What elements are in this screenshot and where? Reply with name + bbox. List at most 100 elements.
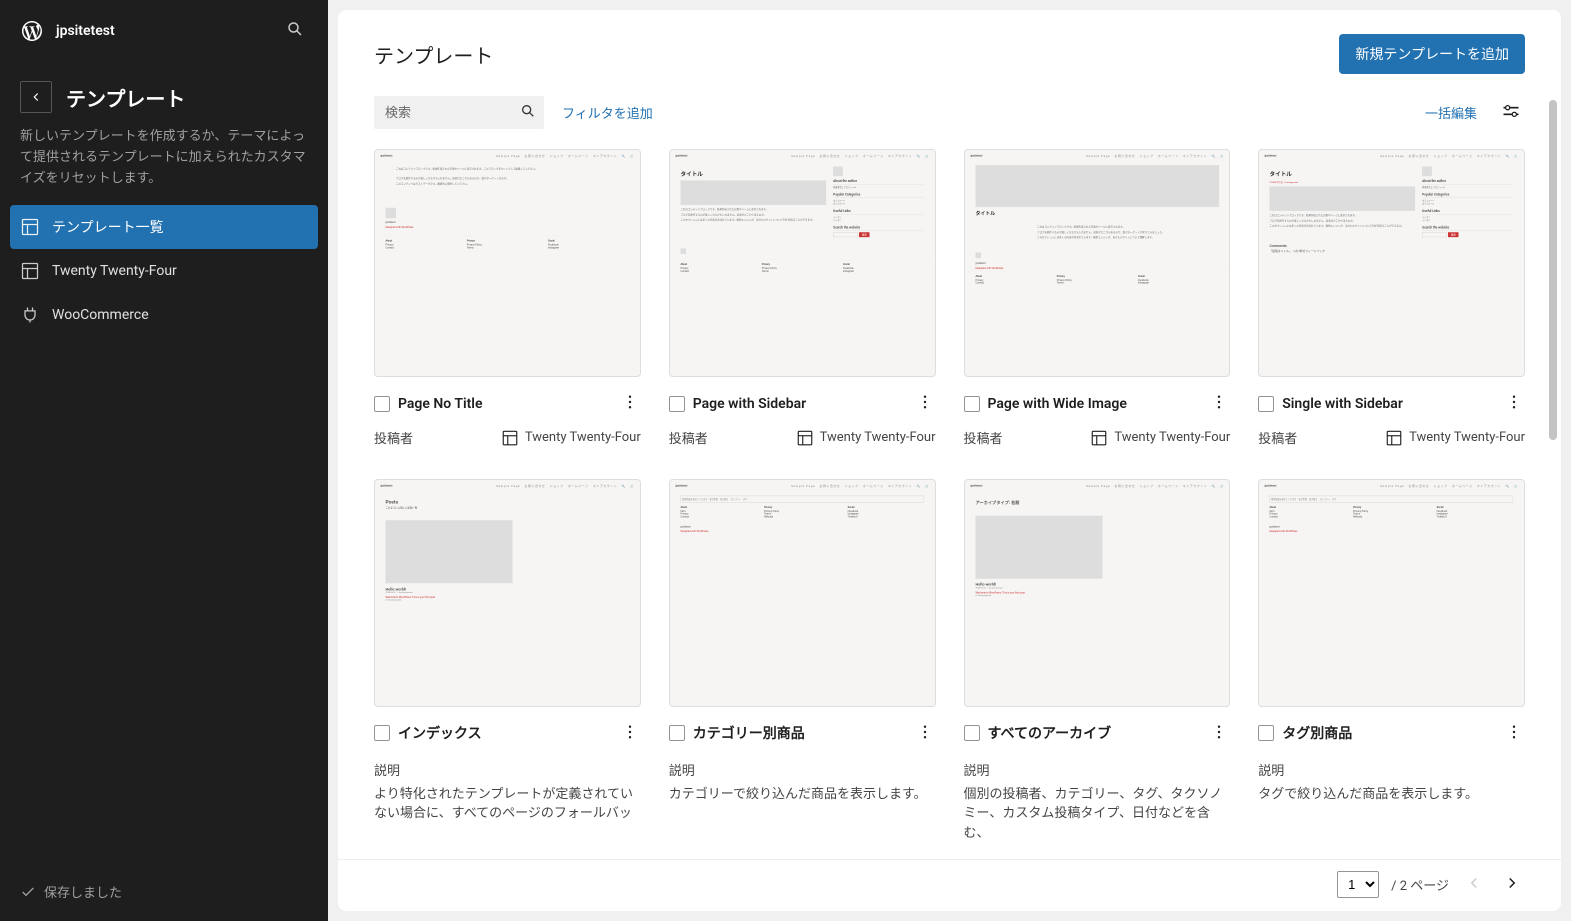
more-actions-button[interactable] <box>1503 391 1525 416</box>
sidebar-item-label: Twenty Twenty-Four <box>52 263 177 279</box>
layout-icon <box>1385 429 1403 447</box>
bulk-edit-button[interactable]: 一括編集 <box>1425 103 1477 122</box>
template-title[interactable]: タグ別商品 <box>1282 723 1495 743</box>
template-title[interactable]: Page with Wide Image <box>988 396 1201 412</box>
prev-page-button[interactable] <box>1461 870 1487 899</box>
select-checkbox[interactable] <box>1258 725 1274 741</box>
layout-icon <box>20 261 40 281</box>
more-actions-button[interactable] <box>619 391 641 416</box>
sidebar-item-label: WooCommerce <box>52 307 149 323</box>
more-vertical-icon <box>621 723 639 741</box>
sidebar-item-label: テンプレート一覧 <box>52 217 164 237</box>
more-actions-button[interactable] <box>619 721 641 746</box>
search-icon <box>286 20 304 38</box>
sidebar-title: テンプレート <box>66 83 185 112</box>
more-vertical-icon <box>1210 393 1228 411</box>
wordpress-logo-icon <box>20 19 44 43</box>
template-description: タグで絞り込んだ商品を表示します。 <box>1258 785 1525 805</box>
template-card: jpsitetestSample Page お問い合わせ ショップ ホームページ… <box>964 479 1231 847</box>
template-title[interactable]: Page with Sidebar <box>693 396 906 412</box>
template-preview[interactable]: jpsitetestSample Page お問い合わせ ショップ ホームページ… <box>374 479 641 707</box>
more-actions-button[interactable] <box>1208 391 1230 416</box>
template-preview[interactable]: jpsitetestSample Page お問い合わせ ショップ ホームページ… <box>964 149 1231 377</box>
template-title[interactable]: Single with Sidebar <box>1282 396 1495 412</box>
meta-label: 説明 <box>374 760 641 779</box>
select-checkbox[interactable] <box>669 725 685 741</box>
template-description: 個別の投稿者、カテゴリー、タグ、タクソノミー、カスタム投稿タイプ、日付などを含む… <box>964 785 1231 844</box>
more-vertical-icon <box>1505 393 1523 411</box>
sidebar-item-1[interactable]: Twenty Twenty-Four <box>0 249 328 293</box>
layout-icon <box>796 429 814 447</box>
select-checkbox[interactable] <box>374 396 390 412</box>
select-checkbox[interactable] <box>1258 396 1274 412</box>
more-actions-button[interactable] <box>1503 721 1525 746</box>
template-card: jpsitetestSample Page お問い合わせ ショップ ホームページ… <box>1258 479 1525 847</box>
global-search-button[interactable] <box>282 16 308 45</box>
meta-label: 投稿者 <box>964 428 1003 447</box>
meta-label: 投稿者 <box>669 428 708 447</box>
template-preview[interactable]: jpsitetestSample Page お問い合わせ ショップ ホームページ… <box>669 479 936 707</box>
sidebar-item-2[interactable]: WooCommerce <box>0 293 328 337</box>
more-vertical-icon <box>916 723 934 741</box>
template-card: jpsitetestSample Page お問い合わせ ショップ ホームページ… <box>374 479 641 847</box>
template-preview[interactable]: jpsitetestSample Page お問い合わせ ショップ ホームページ… <box>1258 479 1525 707</box>
meta-label: 説明 <box>1258 760 1525 779</box>
template-title[interactable]: すべてのアーカイブ <box>988 723 1201 743</box>
template-card: jpsitetestSample Page お問い合わせ ショップ ホームページ… <box>669 479 936 847</box>
next-page-button[interactable] <box>1499 870 1525 899</box>
template-preview[interactable]: jpsitetestSample Page お問い合わせ ショップ ホームページ… <box>964 479 1231 707</box>
theme-name: Twenty Twenty-Four <box>1114 430 1230 445</box>
template-title[interactable]: インデックス <box>398 723 611 743</box>
template-preview[interactable]: jpsitetestSample Page お問い合わせ ショップ ホームページ… <box>374 149 641 377</box>
page-title: テンプレート <box>374 40 493 69</box>
layout-icon <box>501 429 519 447</box>
select-checkbox[interactable] <box>964 725 980 741</box>
add-filter-button[interactable]: フィルタを追加 <box>562 103 653 122</box>
scrollbar[interactable] <box>1547 100 1559 861</box>
chevron-left-icon <box>1465 874 1483 892</box>
more-vertical-icon <box>1505 723 1523 741</box>
theme-name: Twenty Twenty-Four <box>1409 430 1525 445</box>
toolbar: フィルタを追加 一括編集 <box>338 90 1561 145</box>
more-actions-button[interactable] <box>914 391 936 416</box>
theme-name: Twenty Twenty-Four <box>820 430 936 445</box>
template-card: jpsitetestSample Page お問い合わせ ショップ ホームページ… <box>374 149 641 451</box>
more-actions-button[interactable] <box>914 721 936 746</box>
sliders-icon <box>1501 101 1521 121</box>
plugin-icon <box>20 305 40 325</box>
page-total: / 2 ページ <box>1391 875 1449 894</box>
check-icon <box>20 884 36 900</box>
more-vertical-icon <box>621 393 639 411</box>
template-grid: jpsitetestSample Page お問い合わせ ショップ ホームページ… <box>338 145 1561 859</box>
more-actions-button[interactable] <box>1208 721 1230 746</box>
back-button[interactable] <box>20 81 52 113</box>
search-input[interactable] <box>374 96 544 129</box>
template-title[interactable]: カテゴリー別商品 <box>693 723 906 743</box>
meta-label: 投稿者 <box>1258 428 1297 447</box>
view-options-button[interactable] <box>1497 97 1525 128</box>
template-title[interactable]: Page No Title <box>398 396 611 412</box>
page-select[interactable]: 1 <box>1337 871 1379 898</box>
template-preview[interactable]: jpsitetestSample Page お問い合わせ ショップ ホームページ… <box>669 149 936 377</box>
add-template-button[interactable]: 新規テンプレートを追加 <box>1339 34 1525 74</box>
layout-icon <box>1090 429 1108 447</box>
template-card: jpsitetestSample Page お問い合わせ ショップ ホームページ… <box>964 149 1231 451</box>
chevron-right-icon <box>1503 874 1521 892</box>
sidebar-item-0[interactable]: テンプレート一覧 <box>10 205 318 249</box>
pagination: 1 / 2 ページ <box>338 859 1561 911</box>
sidebar-header: jpsitetest <box>0 0 328 61</box>
sidebar-description: 新しいテンプレートを作成するか、テーマによって提供されるテンプレートに加えられた… <box>0 127 328 205</box>
template-preview[interactable]: jpsitetestSample Page お問い合わせ ショップ ホームページ… <box>1258 149 1525 377</box>
select-checkbox[interactable] <box>669 396 685 412</box>
meta-label: 説明 <box>669 760 936 779</box>
more-vertical-icon <box>1210 723 1228 741</box>
site-name[interactable]: jpsitetest <box>56 23 115 39</box>
select-checkbox[interactable] <box>374 725 390 741</box>
meta-label: 投稿者 <box>374 428 413 447</box>
main-area: テンプレート 新規テンプレートを追加 フィルタを追加 一括編集 <box>328 0 1571 921</box>
save-status-label: 保存しました <box>44 882 122 901</box>
layout-icon <box>20 217 40 237</box>
select-checkbox[interactable] <box>964 396 980 412</box>
template-description: より特化されたテンプレートが定義されていない場合に、すべてのページのフォールバッ <box>374 785 641 824</box>
meta-label: 説明 <box>964 760 1231 779</box>
